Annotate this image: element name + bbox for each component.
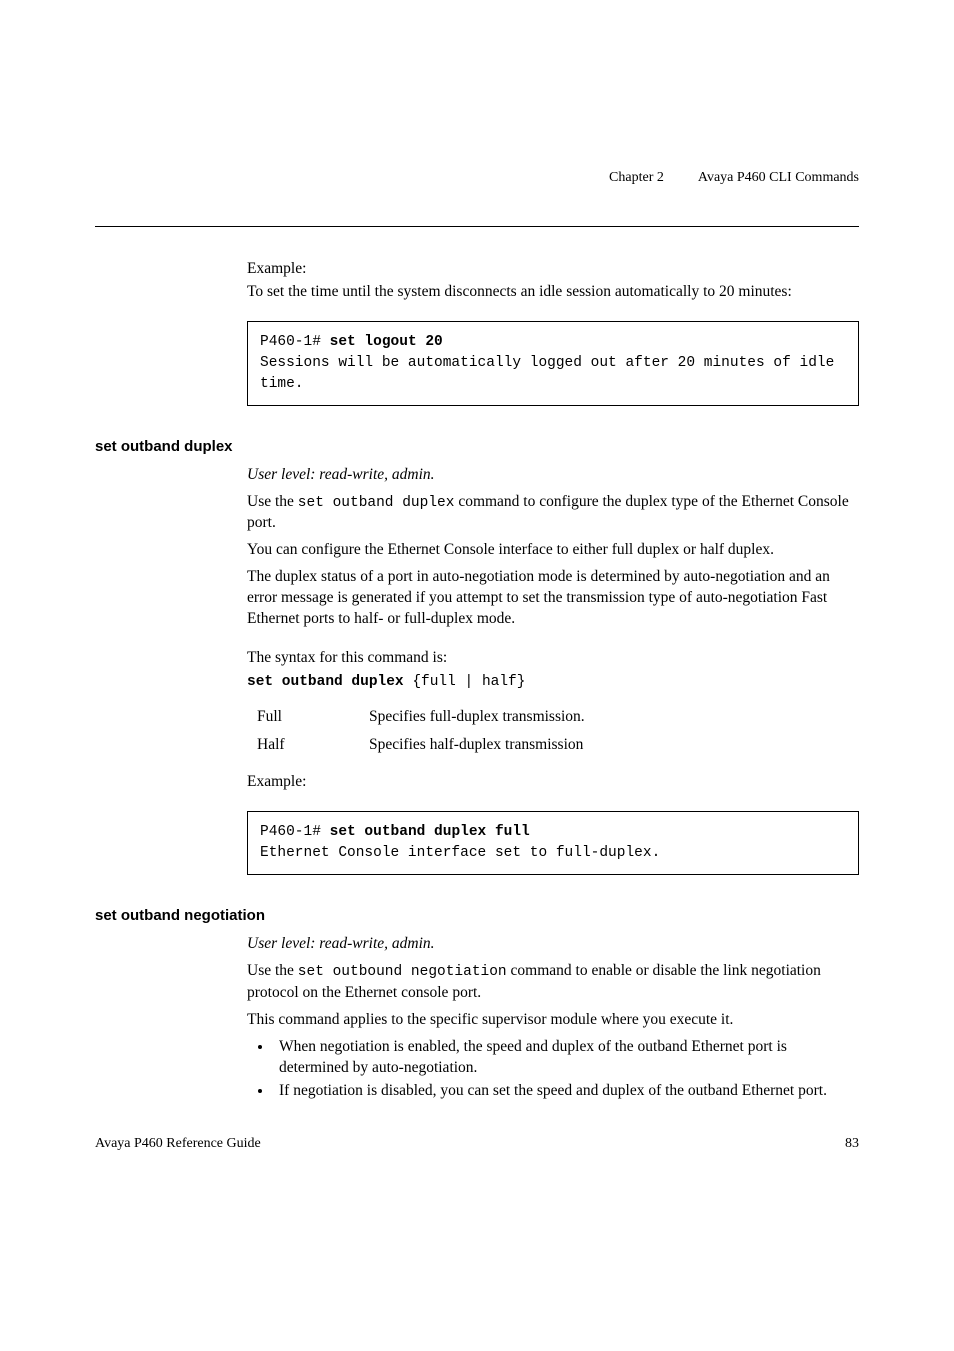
page-header: Chapter 2 Avaya P460 CLI Commands bbox=[95, 170, 859, 227]
code-prompt: P460-1# bbox=[260, 334, 330, 350]
example-label-2: Example: bbox=[247, 772, 859, 793]
syntax-cmd: set outband duplex {full | half} bbox=[247, 671, 859, 693]
code-command: set outband duplex full bbox=[330, 824, 530, 840]
para1-code: set outband duplex bbox=[298, 495, 455, 511]
code-box-1: P460-1# set logout 20 Sessions will be a… bbox=[247, 321, 859, 406]
param-table: Full Specifies full-duplex transmission.… bbox=[247, 708, 859, 754]
para1-a: Use the bbox=[247, 962, 298, 979]
section1-para1: Use the set outband duplex command to co… bbox=[247, 492, 859, 534]
section1-para3: The duplex status of a port in auto-nego… bbox=[247, 567, 859, 630]
footer-left: Avaya P460 Reference Guide bbox=[95, 1136, 261, 1152]
section2-para2: This command applies to the specific sup… bbox=[247, 1010, 859, 1031]
example-label: Example: bbox=[247, 259, 859, 280]
code-command-line: P460-1# set outband duplex full bbox=[260, 822, 846, 843]
param-row: Half Specifies half-duplex transmission bbox=[247, 736, 859, 754]
code-output: Ethernet Console interface set to full-d… bbox=[260, 843, 846, 864]
code-prompt: P460-1# bbox=[260, 824, 330, 840]
example-block-1: Example: To set the time until the syste… bbox=[247, 259, 859, 406]
syntax-label: The syntax for this command is: bbox=[247, 648, 859, 669]
code-command: set logout 20 bbox=[330, 334, 443, 350]
param-name: Full bbox=[247, 708, 369, 726]
footer-page-number: 83 bbox=[845, 1136, 859, 1152]
example-desc: To set the time until the system disconn… bbox=[247, 282, 859, 303]
user-level: User level: read-write, admin. bbox=[247, 934, 859, 955]
section-1-body: User level: read-write, admin. Use the s… bbox=[247, 465, 859, 876]
list-item: If negotiation is disabled, you can set … bbox=[273, 1081, 859, 1102]
header-divider bbox=[95, 226, 859, 227]
section2-para1: Use the set outbound negotiation command… bbox=[247, 961, 859, 1003]
chapter-title: Avaya P460 CLI Commands bbox=[698, 170, 859, 186]
code-box-2: P460-1# set outband duplex full Ethernet… bbox=[247, 811, 859, 875]
param-desc: Specifies half-duplex transmission bbox=[369, 736, 583, 754]
syntax-cmd-bold: set outband duplex bbox=[247, 674, 412, 690]
section-heading-set-outband-negotiation: set outband negotiation bbox=[95, 907, 859, 924]
para1-code: set outbound negotiation bbox=[298, 964, 507, 980]
section1-para2: You can configure the Ethernet Console i… bbox=[247, 540, 859, 561]
page-footer: Avaya P460 Reference Guide 83 bbox=[95, 1136, 859, 1152]
section-heading-set-outband-duplex: set outband duplex bbox=[95, 438, 859, 455]
bullet-list: When negotiation is enabled, the speed a… bbox=[247, 1037, 859, 1102]
code-command-line: P460-1# set logout 20 bbox=[260, 332, 846, 353]
syntax-cmd-rest: {full | half} bbox=[412, 674, 525, 690]
code-output: Sessions will be automatically logged ou… bbox=[260, 353, 846, 395]
param-desc: Specifies full-duplex transmission. bbox=[369, 708, 585, 726]
para1-a: Use the bbox=[247, 493, 298, 510]
param-row: Full Specifies full-duplex transmission. bbox=[247, 708, 859, 726]
user-level: User level: read-write, admin. bbox=[247, 465, 859, 486]
chapter-label: Chapter 2 bbox=[609, 170, 664, 186]
section-2-body: User level: read-write, admin. Use the s… bbox=[247, 934, 859, 1101]
param-name: Half bbox=[247, 736, 369, 754]
list-item: When negotiation is enabled, the speed a… bbox=[273, 1037, 859, 1079]
